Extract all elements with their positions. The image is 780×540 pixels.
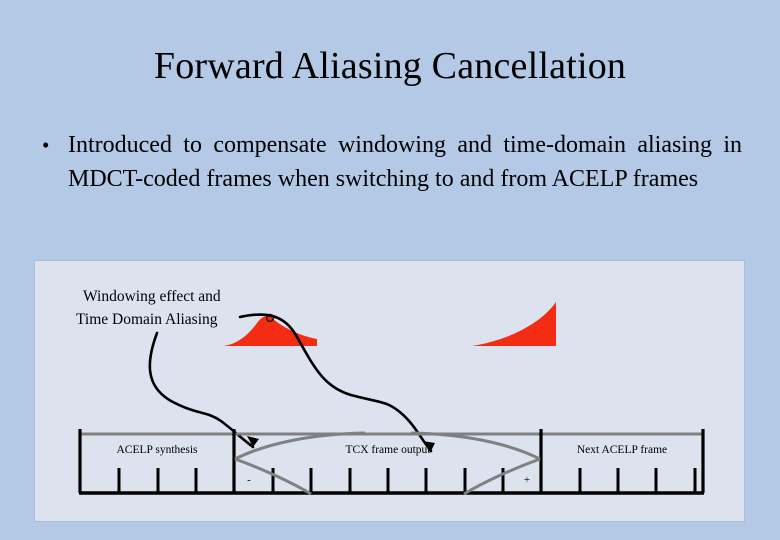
slide-canvas: Forward Aliasing Cancellation • Introduc… (0, 0, 780, 540)
overlap-add-curves-right (410, 431, 541, 496)
annotation-line-2: Time Domain Aliasing (76, 311, 218, 328)
list-item: • Introduced to compensate windowing and… (36, 128, 742, 196)
annotation-text: Windowing effect and Time Domain Aliasin… (76, 288, 221, 328)
sign-plus: + (524, 474, 530, 486)
frame-ticks-acelp-synthesis (117, 468, 236, 493)
frame-ticks-tcx-output (271, 468, 543, 493)
bullet-list: • Introduced to compensate windowing and… (36, 128, 742, 196)
diagram-panel: Windowing effect and Time Domain Aliasin… (34, 260, 745, 522)
diagram-svg: Windowing effect and Time Domain Aliasin… (76, 288, 705, 496)
aliasing-shape-right (472, 302, 556, 346)
annotation-arrow-left (148, 331, 259, 449)
frame-label-acelp-synthesis: ACELP synthesis (116, 444, 198, 456)
frame-label-tcx-output: TCX frame output (346, 444, 432, 456)
page-title: Forward Aliasing Cancellation (153, 45, 627, 87)
frame-label-next-acelp: Next ACELP frame (577, 444, 667, 456)
bullet-text: Introduced to compensate windowing and t… (68, 132, 742, 192)
annotation-line-1: Windowing effect and (83, 288, 221, 305)
sign-minus: - (247, 474, 251, 486)
frame-ticks-next-acelp (578, 468, 697, 493)
bullet-marker-icon: • (42, 133, 50, 157)
